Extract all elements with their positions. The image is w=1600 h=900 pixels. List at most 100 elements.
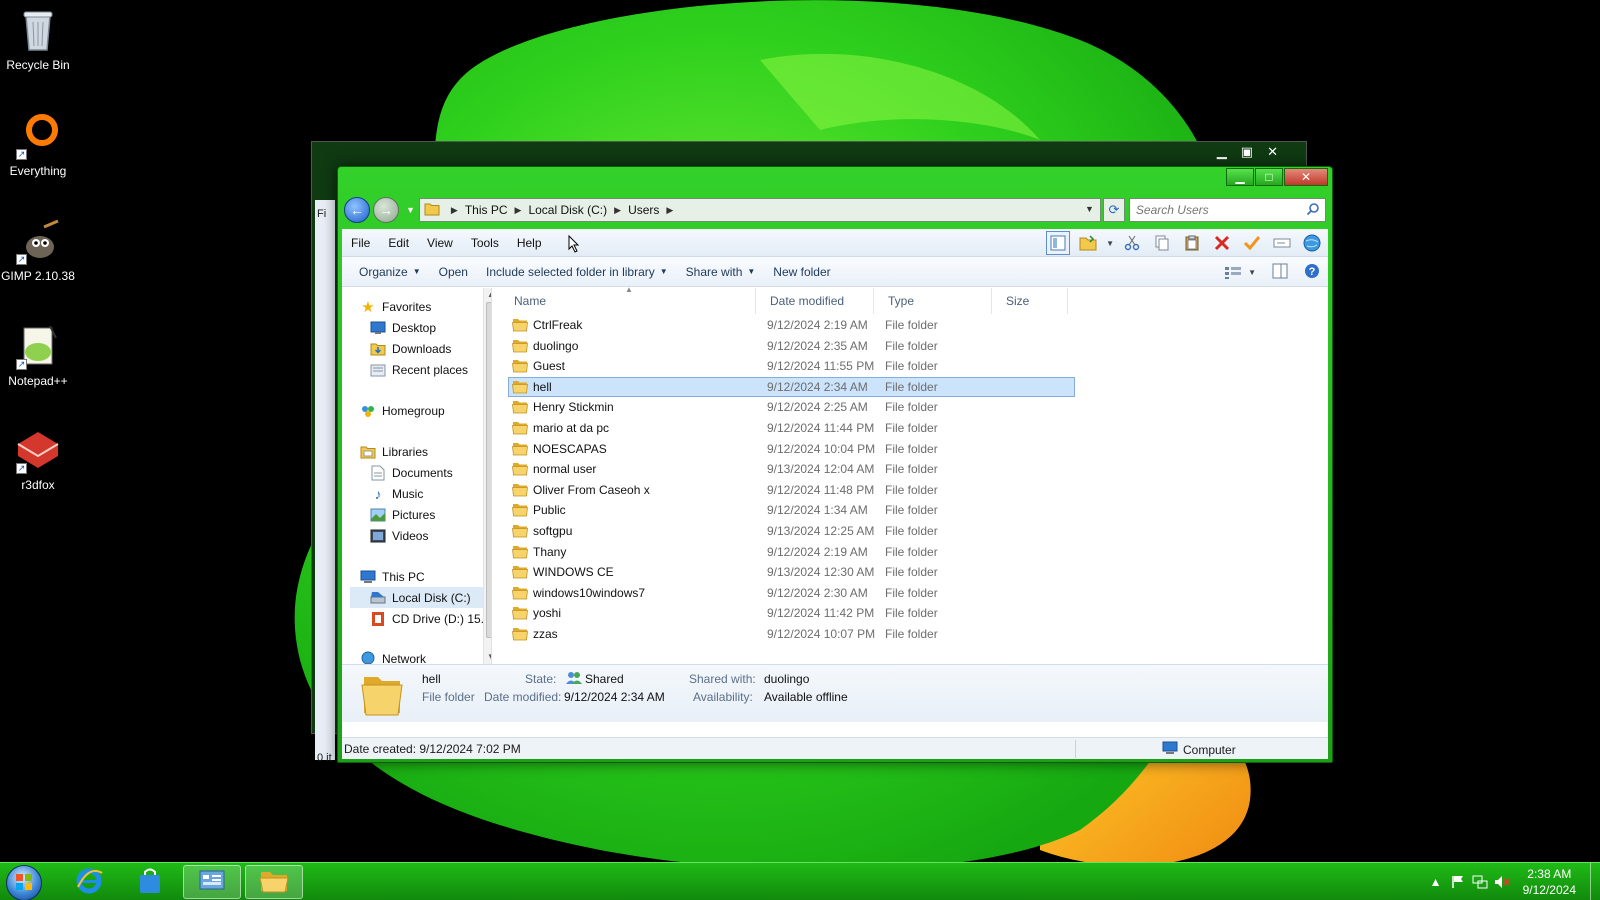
- file-row[interactable]: yoshi 9/12/2024 11:42 PM File folder: [508, 603, 1075, 623]
- minimize-icon[interactable]: ▁: [1217, 144, 1227, 160]
- address-history-dropdown-icon[interactable]: ▼: [1085, 204, 1094, 214]
- file-row[interactable]: Public 9/12/2024 1:34 AM File folder: [508, 500, 1075, 520]
- include-in-library-button[interactable]: Include selected folder in library ▼: [477, 265, 677, 279]
- explorer-window[interactable]: ▁ □ ✕ ← → ▼ ▶ This PC ▶ Local Disk (C:) …: [337, 166, 1333, 763]
- new-folder-button[interactable]: New folder: [764, 265, 839, 279]
- nav-local-disk[interactable]: Local Disk (C:): [350, 587, 483, 608]
- help-icon[interactable]: ?: [1304, 263, 1320, 282]
- nav-downloads[interactable]: Downloads: [370, 338, 451, 359]
- taskbar-internet-explorer[interactable]: [60, 865, 118, 899]
- breadcrumb-this-pc[interactable]: This PC: [465, 203, 508, 217]
- scrollbar-thumb[interactable]: [486, 302, 491, 638]
- file-row[interactable]: normal user 9/13/2024 12:04 AM File folder: [508, 459, 1075, 479]
- column-header-type[interactable]: Type: [874, 288, 992, 314]
- desktop-icon-recycle-bin[interactable]: Recycle Bin: [0, 6, 76, 72]
- breadcrumb-users[interactable]: Users: [628, 203, 659, 217]
- file-row[interactable]: WINDOWS CE 9/13/2024 12:30 AM File folder: [508, 562, 1075, 582]
- menu-file[interactable]: File: [342, 236, 379, 250]
- show-desktop-button[interactable]: [1590, 863, 1600, 900]
- network-globe-icon[interactable]: [1300, 231, 1324, 255]
- refresh-button[interactable]: ⟳: [1102, 198, 1125, 222]
- breadcrumb-separator-icon[interactable]: ▶: [515, 205, 522, 216]
- copy-icon[interactable]: [1150, 231, 1174, 255]
- nav-this-pc[interactable]: This PC: [360, 566, 425, 587]
- minimize-button[interactable]: ▁: [1226, 168, 1254, 186]
- network-status-icon[interactable]: [1469, 875, 1491, 889]
- open-button[interactable]: Open: [430, 265, 477, 279]
- folder-options-dropdown-icon[interactable]: ▼: [1106, 239, 1114, 248]
- column-header-size[interactable]: Size: [992, 288, 1068, 314]
- desktop-icon-everything[interactable]: ↗ Everything: [0, 112, 76, 178]
- search-input[interactable]: [1135, 203, 1296, 217]
- search-box[interactable]: [1128, 198, 1326, 222]
- file-row[interactable]: windows10windows7 9/12/2024 2:30 AM File f…: [508, 583, 1075, 603]
- taskbar-control-panel[interactable]: [183, 865, 241, 899]
- file-row[interactable]: Thany 9/12/2024 2:19 AM File folder: [508, 542, 1075, 562]
- back-button[interactable]: ←: [344, 197, 370, 223]
- breadcrumb-separator-icon[interactable]: ▶: [451, 205, 458, 216]
- menu-help[interactable]: Help: [508, 236, 551, 250]
- breadcrumb-separator-icon[interactable]: ▶: [614, 205, 621, 216]
- taskbar-file-explorer[interactable]: [245, 865, 303, 899]
- volume-muted-icon[interactable]: [1491, 875, 1513, 889]
- file-row[interactable]: Henry Stickmin 9/12/2024 2:25 AM File fold…: [508, 397, 1075, 417]
- nav-recent-places[interactable]: Recent places: [370, 359, 468, 380]
- navigation-scrollbar[interactable]: ▲ ▼: [483, 288, 491, 664]
- menu-view[interactable]: View: [418, 236, 462, 250]
- breadcrumb-local-disk[interactable]: Local Disk (C:): [528, 203, 607, 217]
- show-hidden-icons-icon[interactable]: ▲: [1425, 875, 1447, 889]
- search-icon[interactable]: [1306, 202, 1320, 219]
- address-bar[interactable]: ▶ This PC ▶ Local Disk (C:) ▶ Users ▶ ▼: [418, 198, 1101, 222]
- preview-pane-icon[interactable]: [1272, 263, 1288, 282]
- nav-homegroup[interactable]: Homegroup: [360, 400, 445, 421]
- file-row[interactable]: Oliver From Caseoh x 9/12/2024 11:48 PM Fi…: [508, 480, 1075, 500]
- properties-check-icon[interactable]: [1240, 231, 1264, 255]
- organize-button[interactable]: Organize ▼: [350, 265, 430, 279]
- file-row[interactable]: CtrlFreak 9/12/2024 2:19 AM File folder: [508, 315, 1075, 335]
- file-row[interactable]: softgpu 9/13/2024 12:25 AM File folder: [508, 521, 1075, 541]
- file-row[interactable]: duolingo 9/12/2024 2:35 AM File folder: [508, 336, 1075, 356]
- nav-network[interactable]: Network: [360, 648, 426, 664]
- taskbar-clock[interactable]: 2:38 AM 9/12/2024: [1523, 866, 1576, 898]
- scroll-up-icon[interactable]: ▲: [487, 290, 491, 299]
- menu-edit[interactable]: Edit: [379, 236, 418, 250]
- delete-icon[interactable]: [1210, 231, 1234, 255]
- paste-icon[interactable]: [1180, 231, 1204, 255]
- file-row[interactable]: Guest 9/12/2024 11:55 PM File folder: [508, 356, 1075, 376]
- scroll-down-icon[interactable]: ▼: [487, 652, 491, 661]
- folder-options-icon[interactable]: [1076, 231, 1100, 255]
- file-row[interactable]: hell 9/12/2024 2:34 AM File folder: [508, 376, 1075, 397]
- desktop-icon-notepad-plus-plus[interactable]: ↗ Notepad++: [0, 322, 76, 388]
- column-header-name[interactable]: Name: [500, 288, 756, 314]
- file-row[interactable]: NOESCAPAS 9/12/2024 10:04 PM File folder: [508, 439, 1075, 459]
- rename-icon[interactable]: [1270, 231, 1294, 255]
- nav-pictures[interactable]: Pictures: [370, 504, 435, 525]
- forward-button[interactable]: →: [373, 197, 399, 223]
- recent-pages-dropdown-icon[interactable]: ▼: [406, 205, 415, 215]
- preview-pane-toggle-icon[interactable]: [1046, 231, 1071, 255]
- maximize-button[interactable]: □: [1255, 168, 1283, 186]
- close-button[interactable]: ✕: [1284, 168, 1328, 186]
- taskbar-store[interactable]: [121, 865, 179, 899]
- desktop-icon-r3dfox[interactable]: ↗ r3dfox: [0, 426, 76, 492]
- breadcrumb-separator-icon[interactable]: ▶: [666, 205, 673, 216]
- share-with-button[interactable]: Share with ▼: [677, 265, 765, 279]
- view-options-icon[interactable]: ▼: [1224, 266, 1256, 280]
- nav-libraries[interactable]: Libraries: [360, 441, 428, 462]
- cut-icon[interactable]: [1120, 231, 1144, 255]
- nav-documents[interactable]: Documents: [370, 462, 453, 483]
- nav-desktop[interactable]: Desktop: [370, 317, 436, 338]
- file-row[interactable]: mario at da pc 9/12/2024 11:44 PM File fol…: [508, 418, 1075, 438]
- column-header-date-modified[interactable]: Date modified: [756, 288, 874, 314]
- nav-videos[interactable]: Videos: [370, 525, 428, 546]
- desktop-icon-gimp[interactable]: ↗ GIMP 2.10.38: [0, 217, 76, 283]
- maximize-icon[interactable]: ▣: [1241, 144, 1253, 160]
- file-row[interactable]: zzas 9/12/2024 10:07 PM File folder: [508, 624, 1075, 644]
- close-icon[interactable]: ✕: [1267, 144, 1278, 160]
- menu-tools[interactable]: Tools: [462, 236, 508, 250]
- nav-favorites[interactable]: ★ Favorites: [360, 296, 431, 317]
- start-button[interactable]: [6, 865, 42, 900]
- nav-cd-drive[interactable]: CD Drive (D:) 15.0: [370, 608, 491, 629]
- nav-music[interactable]: ♪ Music: [370, 483, 424, 504]
- action-center-flag-icon[interactable]: [1447, 875, 1469, 889]
